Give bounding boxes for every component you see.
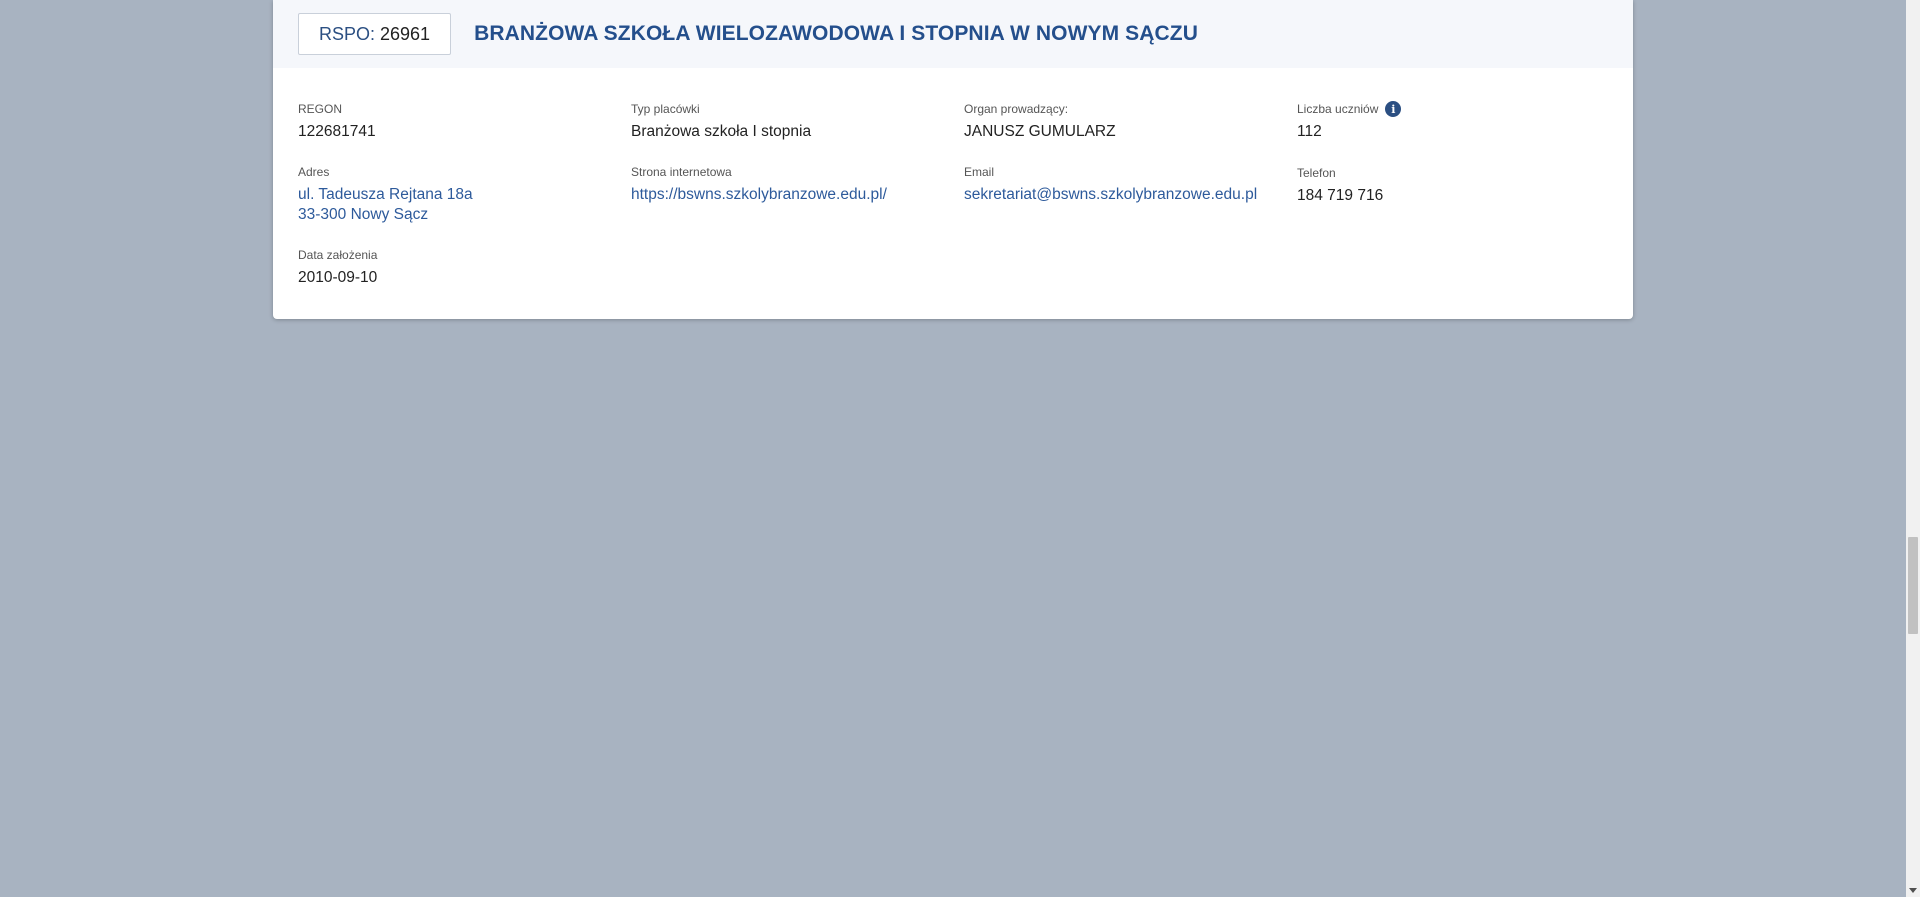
regon-field: REGON 122681741 xyxy=(298,102,376,142)
organ-prowadzacy-field: Organ prowadzący: JANUSZ GUMULARZ xyxy=(964,102,1116,142)
email-link[interactable]: sekretariat@bswns.szkolybranzowe.edu.pl xyxy=(964,185,1257,205)
page: RSPO: 26961 BRANŻOWA SZKOŁA WIELOZAWODOW… xyxy=(0,0,1920,897)
telefon-label: Telefon xyxy=(1297,166,1336,180)
strona-internetowa-label: Strona internetowa xyxy=(631,165,732,179)
info-icon[interactable]: i xyxy=(1385,101,1402,117)
school-name: BRANŻOWA SZKOŁA WIELOZAWODOWA I STOPNIA … xyxy=(474,22,1198,45)
data-zalozenia-field: Data założenia 2010-09-10 xyxy=(298,248,377,288)
email-field: Email sekretariat@bswns.szkolybranzowe.e… xyxy=(964,165,1257,205)
adres-link[interactable]: ul. Tadeusza Rejtana 18a 33-300 Nowy Sąc… xyxy=(298,185,473,225)
strona-internetowa-field: Strona internetowa https://bswns.szkolyb… xyxy=(631,165,887,205)
scrollbar-thumb[interactable] xyxy=(1908,537,1918,634)
liczba-uczniow-value: 112 xyxy=(1297,123,1322,140)
adres-line2: 33-300 Nowy Sącz xyxy=(298,206,429,223)
adres-label: Adres xyxy=(298,165,330,179)
data-zalozenia-label: Data założenia xyxy=(298,248,378,262)
email-label: Email xyxy=(964,165,995,179)
typ-placowki-value: Branżowa szkoła I stopnia xyxy=(631,123,812,140)
vertical-scrollbar[interactable] xyxy=(1906,0,1920,897)
liczba-uczniow-field: Liczba uczniów i 112 xyxy=(1297,101,1402,142)
regon-value: 122681741 xyxy=(298,123,376,140)
organ-prowadzacy-value: JANUSZ GUMULARZ xyxy=(964,123,1116,140)
rspo-label: RSPO: xyxy=(319,23,376,44)
typ-placowki-label: Typ placówki xyxy=(631,102,700,116)
rspo-badge: RSPO: 26961 xyxy=(298,13,452,55)
strona-internetowa-link[interactable]: https://bswns.szkolybranzowe.edu.pl/ xyxy=(631,185,887,205)
telefon-field: Telefon 184 719 716 xyxy=(1297,166,1383,206)
liczba-uczniow-label-row: Liczba uczniów i xyxy=(1297,101,1402,117)
scroll-down-arrow-icon[interactable] xyxy=(1909,888,1917,893)
data-zalozenia-value: 2010-09-10 xyxy=(298,269,378,286)
card-header: RSPO: 26961 BRANŻOWA SZKOŁA WIELOZAWODOW… xyxy=(273,0,1633,68)
adres-line1: ul. Tadeusza Rejtana 18a xyxy=(298,186,473,203)
adres-field: Adres ul. Tadeusza Rejtana 18a 33-300 No… xyxy=(298,165,473,225)
regon-label: REGON xyxy=(298,102,343,116)
liczba-uczniow-label: Liczba uczniów xyxy=(1297,102,1379,116)
school-card: RSPO: 26961 BRANŻOWA SZKOŁA WIELOZAWODOW… xyxy=(273,0,1633,319)
rspo-value: 26961 xyxy=(380,23,431,44)
telefon-value: 184 719 716 xyxy=(1297,187,1384,204)
typ-placowki-field: Typ placówki Branżowa szkoła I stopnia xyxy=(631,102,811,142)
organ-prowadzacy-label: Organ prowadzący: xyxy=(964,102,1069,116)
